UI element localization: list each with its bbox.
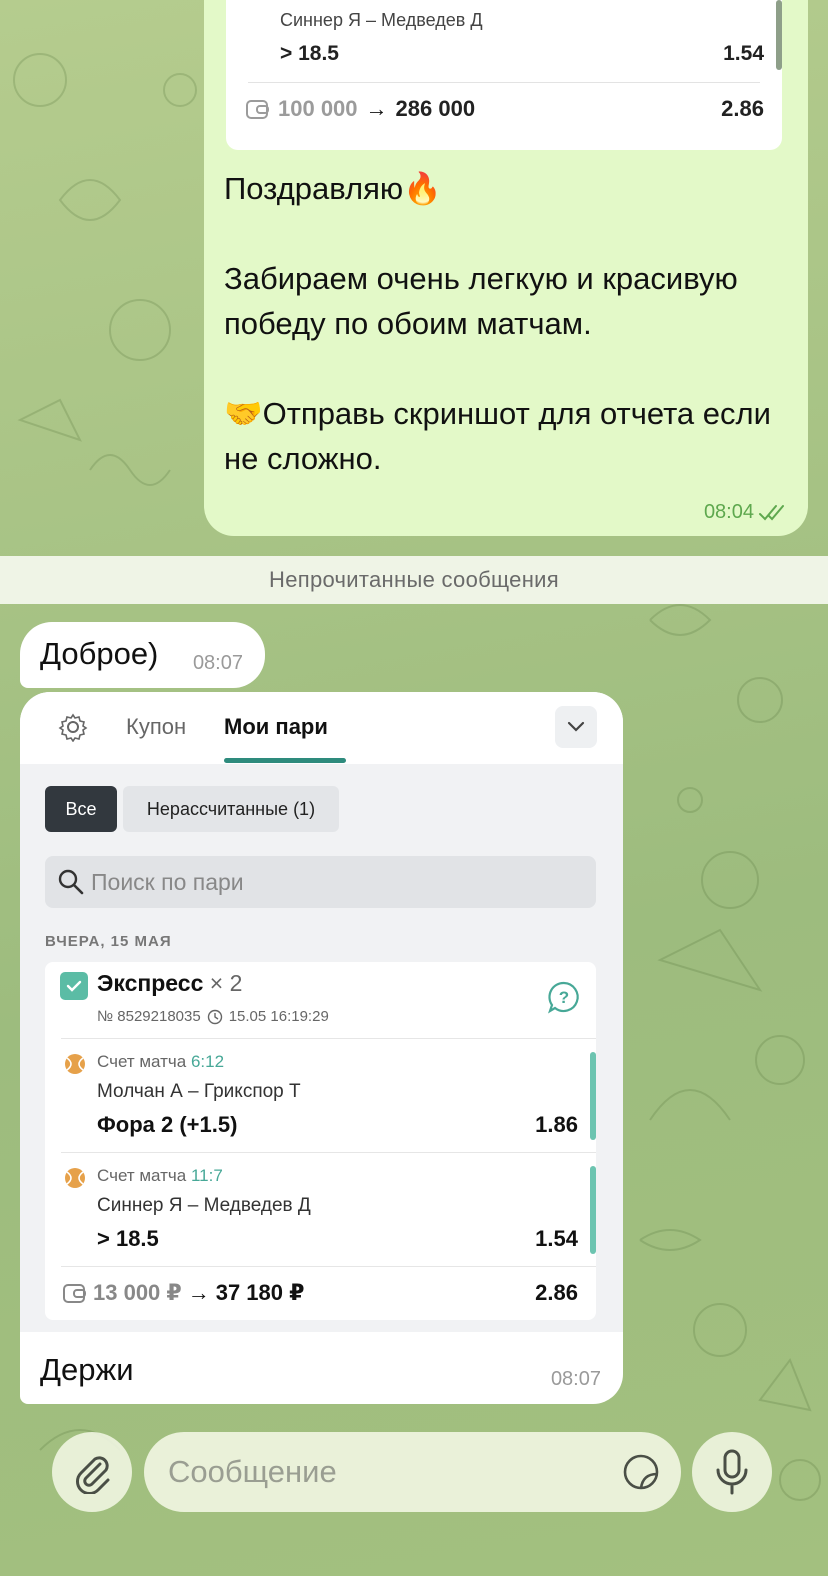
stake-amount: 13 000 ₽ [93, 1280, 182, 1305]
total-odd: 2.86 [535, 1280, 578, 1305]
screenshot-header: Купон Мои пари [20, 692, 623, 764]
bet-leg: Счет матча 6:12 Молчан А – Грикспор Т Фо… [45, 1040, 596, 1150]
time-text: 08:04 [703, 501, 754, 523]
tab-my-bets: Мои пари [224, 714, 328, 739]
bet-odd: 1.86 [535, 1112, 578, 1137]
divider [61, 1152, 596, 1153]
bet-type: Экспресс [97, 970, 204, 996]
collapse-button [555, 706, 597, 748]
bet-leg: Счет матча 11:7 Синнер Я – Медведев Д > … [45, 1154, 596, 1264]
bet-pick: > 18.5 [97, 1226, 159, 1251]
express-title: Экспресс × 2 [97, 970, 242, 997]
message-timestamp: 08:07 [550, 1368, 601, 1390]
wallet-icon [63, 1284, 86, 1303]
divider [61, 1266, 596, 1267]
filter-unsettled: Нерассчитанные (1) [123, 786, 339, 832]
incoming-photo-message[interactable]: Купон Мои пари Все Нерассчитанные (1) По… [20, 692, 623, 1404]
checkbox-checked-icon [60, 972, 88, 1000]
bet-odd: 1.54 [723, 42, 764, 65]
total-odd: 2.86 [721, 96, 764, 121]
outgoing-message-text: Поздравляю🔥 Забираем очень легкую и крас… [224, 166, 784, 481]
filter-all: Все [45, 786, 117, 832]
outgoing-message-bubble[interactable]: Синнер Я – Медведев Д > 18.5 1.54 100 00… [204, 0, 808, 536]
message-timestamp: 08:04 [704, 501, 788, 524]
clock-icon [207, 1009, 222, 1024]
message-line: Поздравляю🔥 [224, 171, 442, 206]
search-placeholder: Поиск по пари [91, 869, 244, 895]
message-line [224, 346, 784, 391]
message-timestamp: 08:07 [192, 652, 243, 674]
leg-won-bar [590, 1052, 596, 1140]
divider [248, 82, 760, 83]
score-value: 11:7 [190, 1166, 223, 1185]
match-teams: Синнер Я – Медведев Д [280, 10, 483, 30]
divider [61, 1038, 596, 1039]
score-label: Счет матча [97, 1052, 187, 1071]
match-teams: Молчан А – Грикспор Т [97, 1081, 301, 1102]
bet-odd: 1.54 [535, 1226, 578, 1251]
search-icon [58, 869, 84, 895]
paperclip-icon [76, 1456, 110, 1494]
message-input[interactable]: Сообщение [144, 1432, 681, 1512]
leg-status-bar [776, 0, 782, 70]
bet-meta: № 8529218035 15.05 16:19:29 [97, 1008, 329, 1025]
bet-screenshot-image[interactable]: Купон Мои пари Все Нерассчитанные (1) По… [20, 692, 623, 1332]
stake-row: 100 000 → 286 000 [246, 96, 475, 122]
double-check-icon [759, 504, 784, 520]
incoming-message-bubble[interactable]: Доброе) 08:07 [20, 622, 265, 688]
match-teams: Синнер Я – Медведев Д [97, 1195, 311, 1216]
tennis-ball-icon [65, 1168, 85, 1188]
active-tab-indicator [224, 758, 346, 763]
leg-won-bar [590, 1166, 596, 1254]
match-score: Счет матча 6:12 [97, 1052, 224, 1072]
chevron-down-icon [567, 721, 585, 732]
arrow-icon: → [365, 96, 388, 121]
photo-caption: Держи [40, 1352, 134, 1387]
bet-pick: Фора 2 (+1.5) [97, 1112, 238, 1137]
tennis-ball-icon [65, 1054, 85, 1074]
message-line: 🤝Отправь скриншот для отчета если не сло… [224, 396, 771, 476]
message-text: Доброе) [40, 636, 159, 671]
score-value: 6:12 [190, 1052, 225, 1071]
stake-amount: 100 000 [278, 96, 358, 121]
bet-number: № 8529218035 [97, 1008, 201, 1025]
bet-search-field: Поиск по пари [45, 856, 596, 908]
svg-text:?: ? [559, 988, 569, 1007]
microphone-icon [716, 1449, 748, 1495]
leg-count: × 2 [209, 970, 243, 996]
tab-coupon: Купон [126, 714, 187, 739]
gear-icon [58, 713, 88, 742]
score-label: Счет матча [97, 1166, 187, 1185]
bet-pick: > 18.5 [280, 42, 339, 65]
message-line [224, 211, 784, 256]
bet-datetime: 15.05 16:19:29 [228, 1008, 329, 1025]
help-icon: ? [548, 981, 579, 1014]
express-bet-card: Экспресс × 2 ? № 8529218035 15.05 16:19:… [45, 962, 596, 1320]
attach-button[interactable] [52, 1432, 132, 1512]
voice-record-button[interactable] [692, 1432, 772, 1512]
unread-messages-divider: Непрочитанные сообщения [0, 556, 828, 604]
sticker-icon[interactable] [621, 1452, 661, 1492]
bet-receipt-preview: Синнер Я – Медведев Д > 18.5 1.54 100 00… [226, 0, 782, 150]
wallet-icon [246, 100, 269, 119]
message-placeholder: Сообщение [168, 1454, 337, 1489]
date-label: ВЧЕРА, 15 МАЯ [45, 933, 172, 950]
payout-amount: 37 180 ₽ [215, 1280, 305, 1305]
stake-row: 13 000 ₽ → 37 180 ₽ [63, 1280, 304, 1306]
payout-amount: 286 000 [395, 96, 476, 121]
arrow-icon: → [187, 1280, 210, 1305]
match-score: Счет матча 11:7 [97, 1166, 223, 1186]
message-line: Забираем очень легкую и красивую победу … [224, 261, 738, 341]
